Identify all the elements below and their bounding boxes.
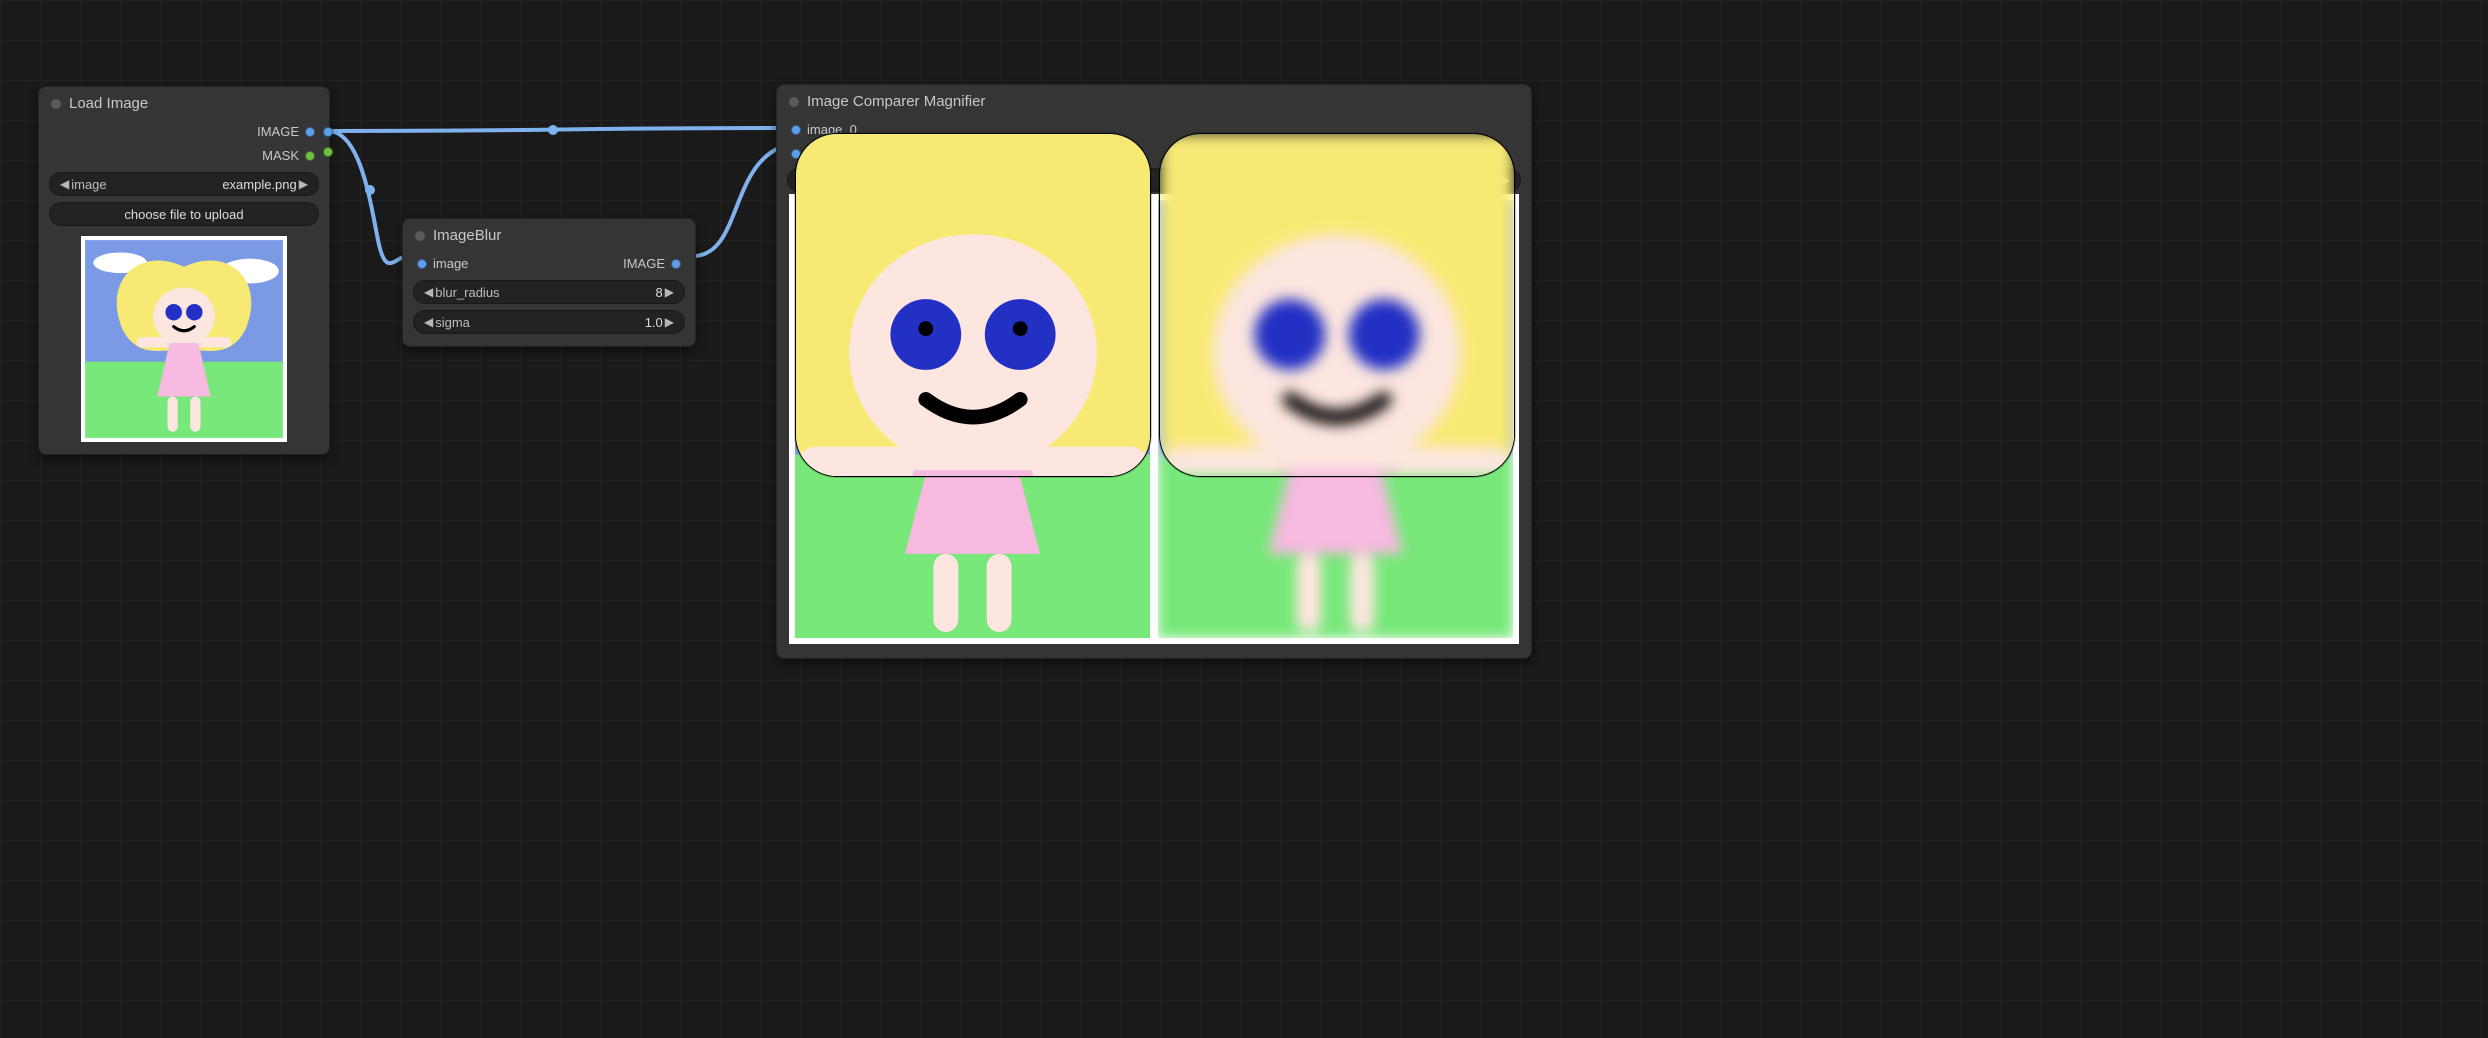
chevron-left-icon[interactable]: ◀ (58, 177, 71, 191)
port-pin-icon[interactable] (791, 125, 801, 135)
node-title: Load Image (69, 95, 148, 112)
node-header[interactable]: Load Image (39, 87, 329, 120)
chevron-left-icon[interactable]: ◀ (422, 315, 435, 329)
collapse-dot-icon[interactable] (51, 99, 61, 109)
node-header[interactable]: Image Comparer Magnifier (777, 85, 1531, 118)
port-label: IMAGE (257, 122, 299, 142)
node-graph-canvas[interactable]: Load Image IMAGE MASK ◀ image (0, 0, 2488, 1038)
node-title: Image Comparer Magnifier (807, 93, 985, 110)
magnifier-left[interactable] (795, 133, 1151, 477)
input-port-image[interactable]: image (417, 254, 468, 274)
node-image-blur[interactable]: ImageBlur image IMAGE ◀ (402, 218, 696, 347)
port-label: image (433, 254, 468, 274)
collapse-dot-icon[interactable] (789, 97, 799, 107)
node-load-image[interactable]: Load Image IMAGE MASK ◀ image (38, 86, 330, 455)
chevron-right-icon[interactable]: ▶ (297, 177, 310, 191)
collapse-dot-icon[interactable] (415, 231, 425, 241)
widget-value: 1.0 (645, 315, 663, 330)
widget-label: image (71, 177, 106, 192)
image-combo-widget[interactable]: ◀ image example.png ▶ (49, 172, 319, 196)
output-port-image[interactable]: IMAGE (257, 122, 315, 142)
node-header[interactable]: ImageBlur (403, 219, 695, 252)
button-label: choose file to upload (124, 207, 243, 222)
port-label: IMAGE (623, 254, 665, 274)
node-image-comparer-magnifier[interactable]: Image Comparer Magnifier image_0 ima (776, 84, 1532, 659)
image-preview (49, 236, 319, 442)
widget-value: example.png (222, 177, 296, 192)
widget-value: 8 (656, 285, 663, 300)
magnified-original-icon (796, 134, 1150, 476)
chevron-left-icon[interactable]: ◀ (422, 285, 435, 299)
port-pin-icon[interactable] (323, 127, 333, 137)
widget-label: sigma (435, 315, 470, 330)
preview-image-icon (81, 236, 287, 442)
port-pin-icon[interactable] (417, 259, 427, 269)
port-pin-icon[interactable] (305, 151, 315, 161)
output-port-image[interactable]: IMAGE (623, 254, 681, 274)
magnified-blurred-icon (1160, 134, 1514, 476)
magnifier-right[interactable] (1159, 133, 1515, 477)
node-title: ImageBlur (433, 227, 501, 244)
widget-label: blur_radius (435, 285, 499, 300)
port-pin-icon[interactable] (305, 127, 315, 137)
output-port-mask[interactable]: MASK (257, 146, 315, 166)
chevron-right-icon[interactable]: ▶ (663, 285, 676, 299)
port-pin-icon[interactable] (671, 259, 681, 269)
sigma-widget[interactable]: ◀ sigma 1.0 ▶ (413, 310, 685, 334)
port-label: MASK (262, 146, 299, 166)
blur-radius-widget[interactable]: ◀ blur_radius 8 ▶ (413, 280, 685, 304)
upload-button[interactable]: choose file to upload (49, 202, 319, 226)
port-pin-icon[interactable] (323, 147, 333, 157)
chevron-right-icon[interactable]: ▶ (663, 315, 676, 329)
